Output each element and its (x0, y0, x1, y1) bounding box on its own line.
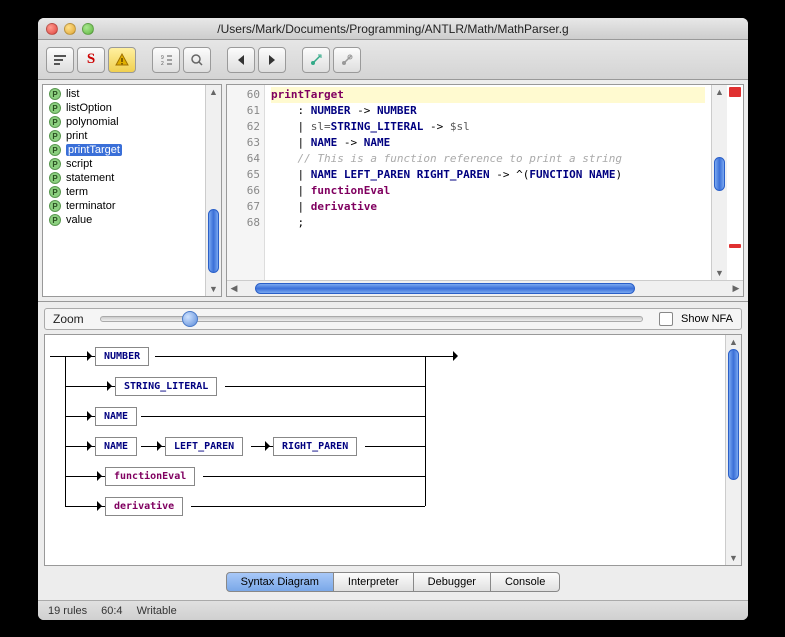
rule-item-terminator[interactable]: Pterminator (43, 199, 205, 213)
scroll-down-icon[interactable]: ▼ (206, 282, 221, 296)
parser-rule-icon: P (49, 214, 61, 226)
code-editor[interactable]: 606162636465666768 printTarget : NUMBER … (226, 84, 744, 297)
tab-syntax-diagram[interactable]: Syntax Diagram (226, 572, 334, 592)
line-gutter: 606162636465666768 (227, 85, 265, 280)
status-mode: Writable (137, 605, 177, 617)
scroll-thumb[interactable] (255, 283, 635, 294)
zoom-bar: Zoom Show NFA (44, 308, 742, 330)
warn-button[interactable] (108, 47, 136, 73)
editor-vscroll[interactable]: ▲ ▼ (711, 85, 727, 280)
rule-item-statement[interactable]: Pstatement (43, 171, 205, 185)
zoom-label: Zoom (53, 312, 84, 326)
rule-item-value[interactable]: Pvalue (43, 213, 205, 227)
app-window: /Users/Mark/Documents/Programming/ANTLR/… (38, 18, 748, 620)
rule-label: list (66, 88, 79, 100)
rule-label: listOption (66, 102, 112, 114)
debug-button[interactable] (333, 47, 361, 73)
parser-rule-icon: P (49, 144, 61, 156)
show-nfa-label: Show NFA (681, 313, 733, 325)
diagram-node-STRING_LITERAL[interactable]: STRING_LITERAL (115, 377, 217, 396)
status-pos: 60:4 (101, 605, 122, 617)
s-button[interactable]: S (77, 47, 105, 73)
scroll-thumb[interactable] (728, 349, 739, 480)
marker-strip (727, 85, 743, 280)
scroll-left-icon[interactable]: ◀ (227, 281, 241, 296)
parser-rule-icon: P (49, 200, 61, 212)
sort-button[interactable] (46, 47, 74, 73)
diagram-node-NUMBER[interactable]: NUMBER (95, 347, 149, 366)
diagram-node-NAME[interactable]: NAME (95, 437, 137, 456)
rule-item-printTarget[interactable]: PprintTarget (43, 143, 205, 157)
error-marker[interactable] (729, 87, 741, 97)
zoom-slider[interactable] (100, 316, 643, 322)
editor-hscroll[interactable]: ◀ ▶ (227, 280, 743, 296)
minimize-icon[interactable] (64, 23, 76, 35)
diagram-node-LEFT_PAREN[interactable]: LEFT_PAREN (165, 437, 243, 456)
rule-item-polynomial[interactable]: Ppolynomial (43, 115, 205, 129)
parser-rule-icon: P (49, 116, 61, 128)
parser-rule-icon: P (49, 186, 61, 198)
tab-debugger[interactable]: Debugger (414, 572, 491, 592)
s-icon: S (87, 51, 95, 68)
status-bar: 19 rules 60:4 Writable (38, 600, 748, 620)
tab-console[interactable]: Console (491, 572, 560, 592)
window-title: /Users/Mark/Documents/Programming/ANTLR/… (38, 22, 748, 36)
zoom-icon[interactable] (82, 23, 94, 35)
parser-rule-icon: P (49, 130, 61, 142)
rule-list[interactable]: PlistPlistOptionPpolynomialPprintPprintT… (42, 84, 222, 297)
back-button[interactable] (227, 47, 255, 73)
diagram-node-functionEval[interactable]: functionEval (105, 467, 195, 486)
scroll-right-icon[interactable]: ▶ (729, 281, 743, 296)
forward-button[interactable] (258, 47, 286, 73)
rule-label: term (66, 186, 88, 198)
svg-text:2: 2 (161, 61, 164, 67)
rule-label: printTarget (66, 144, 122, 156)
syntax-diagram[interactable]: NUMBER STRING_LITERAL NAME NAME LEFT_PAREN RI… (45, 335, 725, 565)
tab-row: Syntax DiagramInterpreterDebuggerConsole (44, 570, 742, 594)
scroll-down-icon[interactable]: ▼ (726, 551, 741, 565)
scroll-up-icon[interactable]: ▲ (726, 335, 741, 349)
scroll-up-icon[interactable]: ▲ (712, 85, 727, 99)
scroll-thumb[interactable] (714, 157, 725, 190)
toolbar: S 92 (38, 40, 748, 80)
tab-interpreter[interactable]: Interpreter (334, 572, 414, 592)
rule-item-list[interactable]: Plist (43, 87, 205, 101)
scroll-down-icon[interactable]: ▼ (712, 266, 727, 280)
rule-item-listOption[interactable]: PlistOption (43, 101, 205, 115)
rule-label: polynomial (66, 116, 119, 128)
scroll-thumb[interactable] (208, 209, 219, 273)
show-nfa-checkbox[interactable] (659, 312, 673, 326)
parser-rule-icon: P (49, 88, 61, 100)
status-rules: 19 rules (48, 605, 87, 617)
rule-item-print[interactable]: Pprint (43, 129, 205, 143)
rule-label: print (66, 130, 87, 142)
rule-label: script (66, 158, 92, 170)
rule-label: statement (66, 172, 114, 184)
code-area[interactable]: printTarget : NUMBER -> NUMBER | sl=STRI… (265, 85, 711, 280)
run-button[interactable] (302, 47, 330, 73)
diagram-node-derivative[interactable]: derivative (105, 497, 183, 516)
parser-rule-icon: P (49, 172, 61, 184)
search-button[interactable] (183, 47, 211, 73)
scroll-up-icon[interactable]: ▲ (206, 85, 221, 99)
diagram-node-NAME[interactable]: NAME (95, 407, 137, 426)
rule-item-term[interactable]: Pterm (43, 185, 205, 199)
rule-label: value (66, 214, 92, 226)
parser-rule-icon: P (49, 102, 61, 114)
parser-rule-icon: P (49, 158, 61, 170)
rule-label: terminator (66, 200, 116, 212)
rule-item-script[interactable]: Pscript (43, 157, 205, 171)
diagram-node-RIGHT_PAREN[interactable]: RIGHT_PAREN (273, 437, 357, 456)
error-marker[interactable] (729, 244, 741, 248)
rule-list-scrollbar[interactable]: ▲ ▼ (205, 85, 221, 296)
close-icon[interactable] (46, 23, 58, 35)
diagram-vscroll[interactable]: ▲ ▼ (725, 335, 741, 565)
zoom-knob[interactable] (182, 311, 198, 327)
titlebar: /Users/Mark/Documents/Programming/ANTLR/… (38, 18, 748, 40)
line-numbers-button[interactable]: 92 (152, 47, 180, 73)
